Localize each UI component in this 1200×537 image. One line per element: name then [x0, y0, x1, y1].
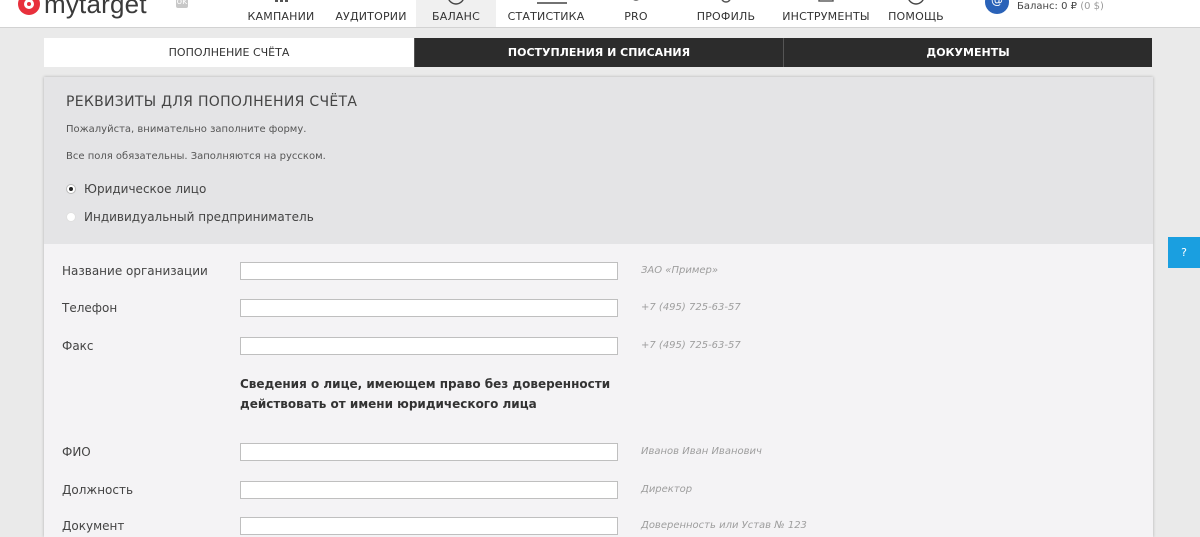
field-full-name: ФИО Иванов Иван Иванович	[44, 443, 1153, 463]
form-hint: Пожалуйста, внимательно заполните форму.	[66, 124, 307, 135]
field-label: Факс	[62, 339, 94, 353]
field-example: +7 (495) 725-63-57	[641, 302, 741, 313]
tools-icon	[817, 0, 835, 4]
field-example: Доверенность или Устав № 123	[641, 520, 807, 531]
radio-label-legal-entity: Юридическое лицо	[84, 182, 207, 196]
field-phone: Телефон +7 (495) 725-63-57	[44, 299, 1153, 319]
field-label: Должность	[62, 483, 134, 497]
field-example: ЗАО «Пример»	[641, 265, 719, 276]
form-header: РЕКВИЗИТЫ ДЛЯ ПОПОЛНЕНИЯ СЧЁТА Пожалуйст…	[44, 77, 1153, 244]
radio-unchecked-icon[interactable]	[66, 212, 76, 222]
fax-input[interactable]	[240, 337, 618, 355]
campaigns-icon	[272, 0, 290, 4]
nav-label-pro: PRO	[624, 10, 648, 23]
field-example: Иванов Иван Иванович	[641, 446, 762, 457]
field-fax: Факс +7 (495) 725-63-57	[44, 337, 1153, 357]
nav-item-audiences[interactable]: АУДИТОРИИ	[326, 0, 416, 27]
ok-badge-icon[interactable]: ok	[176, 0, 188, 8]
balance-text: Баланс: 0 ₽ (0 $)	[1017, 1, 1104, 12]
nav-label-help: ПОМОЩЬ	[888, 10, 944, 23]
field-example: +7 (495) 725-63-57	[641, 340, 741, 351]
profile-icon	[717, 0, 735, 4]
balance-tabs: ПОПОЛНЕНИЕ СЧЁТА ПОСТУПЛЕНИЯ И СПИСАНИЯ …	[44, 38, 1153, 67]
field-org-name: Название организации ЗАО «Пример»	[44, 262, 1153, 282]
nav-label-tools: ИНСТРУМЕНТЫ	[782, 10, 870, 23]
balance-usd: (0 $)	[1080, 1, 1104, 12]
form-requirements-hint: Все поля обязательны. Заполняются на рус…	[66, 151, 326, 162]
org-name-input[interactable]	[240, 262, 618, 280]
field-label: Телефон	[62, 301, 118, 315]
nav-label-audiences: АУДИТОРИИ	[335, 10, 407, 23]
requisites-form: РЕКВИЗИТЫ ДЛЯ ПОПОЛНЕНИЯ СЧЁТА Пожалуйст…	[44, 77, 1153, 537]
nav-item-tools[interactable]: ИНСТРУМЕНТЫ	[776, 0, 876, 27]
phone-input[interactable]	[240, 299, 618, 317]
field-label: Название организации	[62, 264, 208, 278]
radio-label-individual: Индивидуальный предприниматель	[84, 210, 314, 224]
help-button[interactable]: ?	[1168, 237, 1200, 268]
document-input[interactable]	[240, 517, 618, 535]
full-name-input[interactable]	[240, 443, 618, 461]
nav-label-statistics: СТАТИСТИКА	[507, 10, 585, 23]
field-label: Документ	[62, 519, 125, 533]
pro-icon	[627, 0, 645, 4]
nav-item-balance[interactable]: БАЛАНС	[416, 0, 496, 27]
balance-icon	[447, 0, 465, 5]
radio-individual-entrepreneur[interactable]: Индивидуальный предприниматель	[66, 209, 314, 225]
tab-documents[interactable]: ДОКУМЕНТЫ	[783, 38, 1152, 67]
section-note-line1: Сведения о лице, имеющем право без довер…	[240, 377, 611, 391]
nav-label-balance: БАЛАНС	[431, 10, 481, 23]
help-icon	[907, 0, 925, 5]
audiences-icon	[362, 0, 380, 4]
radio-checked-icon[interactable]	[66, 184, 76, 194]
field-label: ФИО	[62, 445, 91, 459]
form-title: РЕКВИЗИТЫ ДЛЯ ПОПОЛНЕНИЯ СЧЁТА	[66, 94, 358, 110]
main-nav: КАМПАНИИ АУДИТОРИИ БАЛАНС СТАТИСТИКА PRO…	[236, 0, 956, 27]
nav-item-statistics[interactable]: СТАТИСТИКА	[496, 0, 596, 27]
statistics-icon	[537, 0, 567, 4]
nav-item-pro[interactable]: PRO	[596, 0, 676, 27]
logo-text: mytarget	[44, 0, 147, 19]
target-logo-icon	[18, 0, 40, 15]
top-navbar: mytarget ok КАМПАНИИ АУДИТОРИИ БАЛАНС СТ…	[0, 0, 1200, 28]
tab-transactions[interactable]: ПОСТУПЛЕНИЯ И СПИСАНИЯ	[414, 38, 783, 67]
nav-label-profile: ПРОФИЛЬ	[696, 10, 756, 23]
avatar[interactable]	[985, 0, 1009, 14]
nav-label-campaigns: КАМПАНИИ	[247, 10, 315, 23]
section-note-line2: действовать от имени юридического лица	[240, 397, 537, 411]
radio-legal-entity[interactable]: Юридическое лицо	[66, 181, 206, 197]
position-input[interactable]	[240, 481, 618, 499]
tab-top-up[interactable]: ПОПОЛНЕНИЕ СЧЁТА	[44, 38, 414, 67]
field-document: Документ Доверенность или Устав № 123	[44, 517, 1153, 537]
nav-item-help[interactable]: ПОМОЩЬ	[876, 0, 956, 27]
field-example: Директор	[641, 484, 693, 495]
nav-item-profile[interactable]: ПРОФИЛЬ	[676, 0, 776, 27]
authorized-person-heading: Сведения о лице, имеющем право без довер…	[240, 374, 640, 414]
nav-item-campaigns[interactable]: КАМПАНИИ	[236, 0, 326, 27]
field-position: Должность Директор	[44, 481, 1153, 501]
balance-value: Баланс: 0 ₽	[1017, 1, 1077, 12]
